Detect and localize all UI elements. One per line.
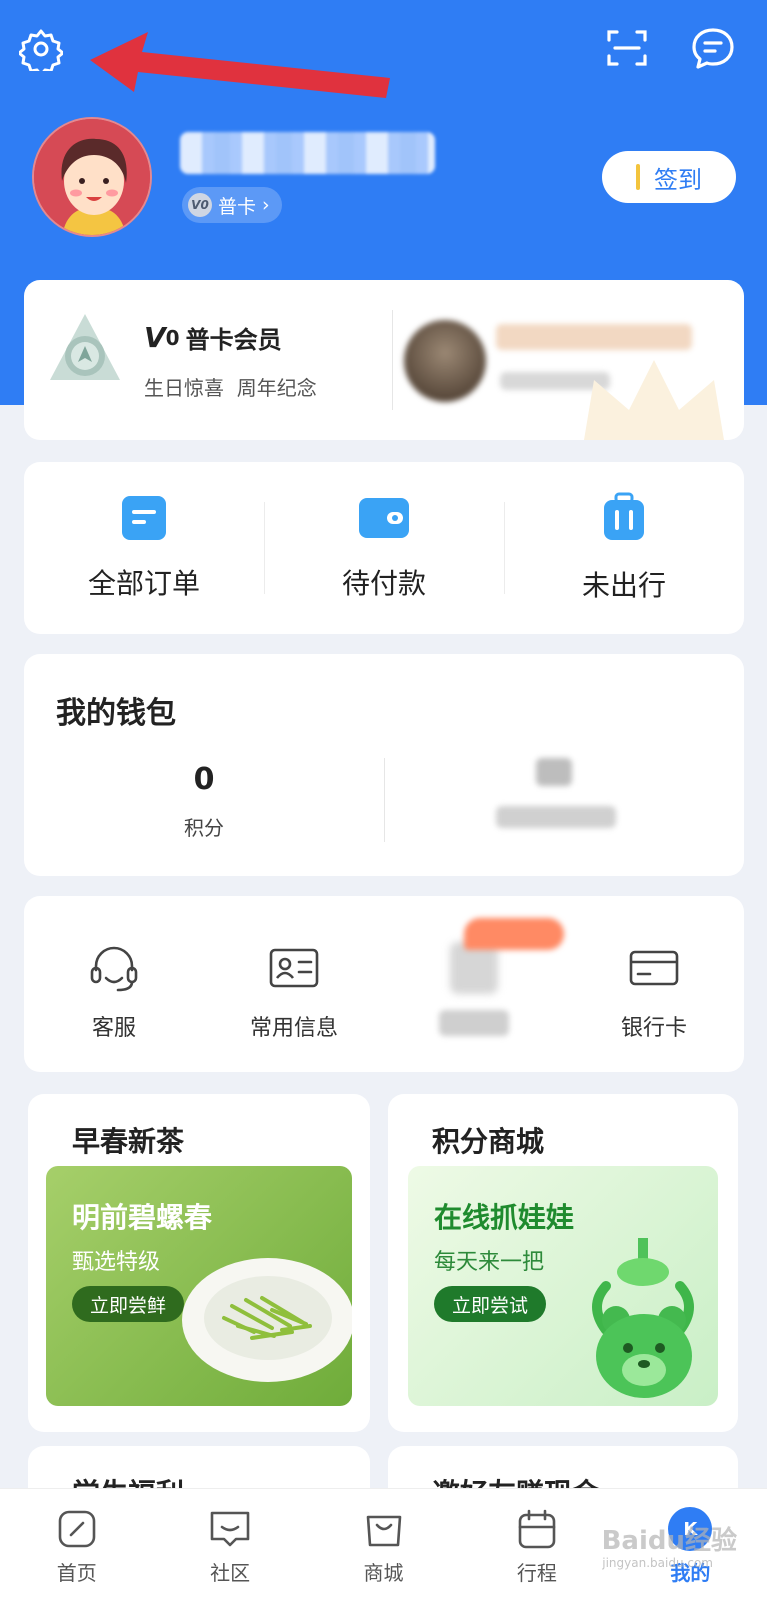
member-benefits-card[interactable]: V0 普卡会员 生日惊喜 周年纪念 (24, 280, 744, 440)
service-label: 常用信息 (249, 1016, 338, 1041)
message-icon[interactable] (688, 24, 738, 74)
checkin-button[interactable]: 签到 (602, 151, 736, 203)
baidu-watermark-url: jingyan.baidu.com (602, 1556, 713, 1570)
checkin-label: 签到 (654, 165, 702, 194)
tab-trips[interactable]: 行程 (460, 1489, 613, 1600)
common-info-button[interactable]: 常用信息 (204, 896, 384, 1072)
v0-badge-icon: V0 (188, 193, 212, 217)
member-card-title: V0 普卡会员 (144, 320, 282, 355)
all-orders-button[interactable]: 全部订单 (24, 462, 264, 634)
order-label: 未出行 (581, 569, 666, 602)
blurred-avatar (404, 320, 486, 402)
chevron-right-icon: › (262, 194, 270, 216)
annotation-arrow (90, 32, 390, 98)
orders-card: 全部订单 待付款 未出行 (24, 462, 744, 634)
tab-mall[interactable]: 商城 (307, 1489, 460, 1600)
banner-subtitle: 每天来一把 (434, 1250, 545, 1275)
tab-community[interactable]: 社区 (153, 1489, 306, 1600)
try-now-button[interactable]: 立即尝鲜 (72, 1286, 185, 1322)
blurred-value[interactable] (536, 758, 572, 786)
tab-label: 行程 (516, 1561, 557, 1585)
divider (384, 758, 385, 842)
blurred-badge (464, 918, 564, 950)
customer-service-button[interactable]: 客服 (24, 896, 204, 1072)
member-card-subtitle: 生日惊喜 周年纪念 (144, 376, 317, 400)
blurred-label (439, 1010, 509, 1036)
bear-claw-icon (592, 1238, 694, 1398)
tab-home[interactable]: 首页 (0, 1489, 153, 1600)
service-label: 银行卡 (620, 1016, 687, 1041)
luggage-icon (604, 492, 644, 540)
claw-game-banner[interactable]: 在线抓娃娃 每天来一把 立即尝试 (408, 1166, 718, 1406)
tab-label: 首页 (56, 1561, 97, 1585)
member-level-pill[interactable]: V0 普卡 › (182, 187, 282, 223)
bank-card-button[interactable]: 银行卡 (564, 896, 744, 1072)
order-label: 全部订单 (87, 567, 200, 600)
promo-title: 早春新茶 (72, 1125, 185, 1158)
member-level-label: 普卡 (218, 195, 257, 218)
services-card: 客服 常用信息 银行卡 (24, 896, 744, 1072)
blurred-label (496, 806, 616, 828)
upcoming-trips-button[interactable]: 未出行 (504, 462, 744, 634)
promo-title: 积分商城 (432, 1125, 545, 1158)
scan-icon[interactable] (605, 26, 649, 70)
bank-card-icon (629, 950, 679, 986)
points-label: 积分 (184, 816, 224, 840)
tea-cup-icon (182, 1258, 352, 1382)
tab-label: 商城 (363, 1561, 404, 1585)
id-card-icon (269, 948, 319, 988)
promo-card-tea[interactable]: 早春新茶 明前碧螺春 甄选特级 立即尝鲜 (28, 1094, 370, 1432)
baidu-watermark: Baidu经验 (601, 1526, 737, 1556)
username-blurred (180, 132, 435, 174)
all-orders-icon (122, 496, 166, 540)
wallet-card: 我的钱包 0 积分 (24, 654, 744, 876)
shopping-bag-icon (366, 1515, 401, 1547)
divider (392, 310, 393, 410)
blurred-text (496, 324, 692, 350)
banner-headline: 在线抓娃娃 (434, 1201, 575, 1234)
wallet-title: 我的钱包 (56, 696, 176, 731)
banner-subtitle: 甄选特级 (72, 1250, 161, 1275)
tea-banner[interactable]: 明前碧螺春 甄选特级 立即尝鲜 (46, 1166, 352, 1406)
try-now-button[interactable]: 立即尝试 (434, 1286, 547, 1322)
member-card-title-text: 普卡会员 (185, 326, 282, 354)
promo-card-points-mall[interactable]: 积分商城 在线抓娃娃 每天来一把 立即尝试 (388, 1094, 738, 1432)
calendar-icon (518, 1509, 556, 1549)
community-icon (210, 1511, 250, 1547)
service-label: 客服 (91, 1016, 136, 1041)
checkin-accent-bar (636, 164, 640, 190)
points-value[interactable]: 0 (24, 762, 384, 797)
home-icon (58, 1510, 96, 1548)
crown-decoration-icon (584, 360, 724, 440)
member-medal-icon (50, 314, 120, 380)
avatar[interactable] (32, 117, 152, 237)
tab-label: 社区 (210, 1561, 251, 1585)
settings-gear-icon[interactable] (18, 26, 64, 72)
wallet-pay-icon (359, 498, 409, 538)
order-label: 待付款 (341, 567, 426, 600)
v-level-number: 0 (165, 325, 180, 350)
pending-payment-button[interactable]: 待付款 (264, 462, 504, 634)
v-level-mark: V (144, 321, 166, 354)
headset-icon (90, 946, 138, 992)
